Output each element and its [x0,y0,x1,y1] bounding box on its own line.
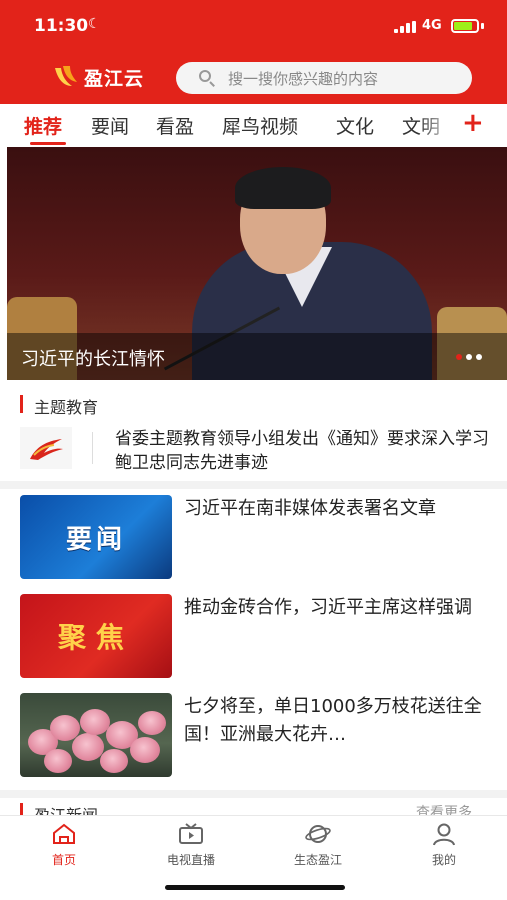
tab-headlines[interactable]: 要闻 [91,112,129,139]
nav-label: 生态盈江 [293,853,342,867]
news-title[interactable]: 推动金砖合作，习近平主席这样强调 [184,594,494,622]
logo-icon [52,64,80,90]
section-gap [0,790,507,798]
divider [92,432,93,464]
tab-culture[interactable]: 文化 [336,112,374,139]
carousel-dot[interactable] [476,354,482,360]
nav-eco-yingjiang[interactable]: 生态盈江 [273,822,363,868]
tv-icon [178,822,204,846]
hero-caption: 习近平的长江情怀 [21,349,165,370]
rose [130,737,160,763]
signal-icon [394,21,416,33]
section-title-topic: 主题教育 [34,398,99,417]
carousel-dot[interactable] [456,354,462,360]
home-icon [51,822,77,846]
status-bar: 11:30 ☾ 4G [0,0,507,52]
nav-home[interactable]: 首页 [19,822,109,868]
news-thumbnail[interactable]: 聚焦 [20,594,172,678]
tab-active-indicator [30,142,66,145]
news-title[interactable]: 习近平在南非媒体发表署名文章 [184,495,494,523]
brand-name: 盈江云 [84,67,145,90]
app-header: 11:30 ☾ 4G 盈江云 搜一搜你感兴趣的内容 [0,0,507,104]
network-label: 4G [422,18,442,33]
status-time: 11:30 [34,16,89,36]
user-icon [431,822,457,846]
brand-logo: 盈江云 [52,62,144,92]
battery-icon [451,19,479,33]
news-thumbnail-roses[interactable] [20,693,172,777]
planet-icon [305,822,331,846]
nav-tv-live[interactable]: 电视直播 [146,822,236,868]
nav-label: 我的 [431,853,456,867]
rose [138,711,166,735]
home-indicator[interactable] [165,885,345,890]
tab-kanying[interactable]: 看盈 [156,112,194,139]
party-flag-icon [20,427,72,469]
section-marker [20,395,23,413]
channel-tabs: 推荐 要闻 看盈 犀鸟视频 文化 文明 + [0,104,507,146]
hero-banner[interactable]: 习近平的长江情怀 [7,147,507,380]
news-thumbnail[interactable]: 要闻 [20,495,172,579]
tab-fade [418,104,458,146]
tab-recommend[interactable]: 推荐 [24,112,62,139]
nav-profile[interactable]: 我的 [399,822,489,868]
news-title[interactable]: 七夕将至，单日1000多万枝花送往全国！亚洲最大花卉… [184,693,494,749]
search-icon [198,69,216,87]
hero-figure-hair [235,167,331,209]
moon-icon: ☾ [88,16,101,32]
rose [44,749,72,773]
rose [72,733,104,761]
topic-article-link[interactable]: 省委主题教育领导小组发出《通知》要求深入学习鲍卫忠同志先进事迹 [115,427,495,475]
tab-hornbill-video[interactable]: 犀鸟视频 [222,112,298,139]
section-gap [0,481,507,489]
search-placeholder: 搜一搜你感兴趣的内容 [228,69,379,88]
thumbnail-label: 要闻 [65,524,126,555]
thumbnail-label: 聚焦 [57,621,134,654]
nav-label: 首页 [51,853,76,867]
carousel-dot[interactable] [466,354,472,360]
battery-cap [481,23,484,29]
search-bar[interactable]: 搜一搜你感兴趣的内容 [176,62,472,94]
rose [100,749,128,773]
nav-label: 电视直播 [166,853,215,867]
add-channel-icon[interactable]: + [462,108,484,138]
